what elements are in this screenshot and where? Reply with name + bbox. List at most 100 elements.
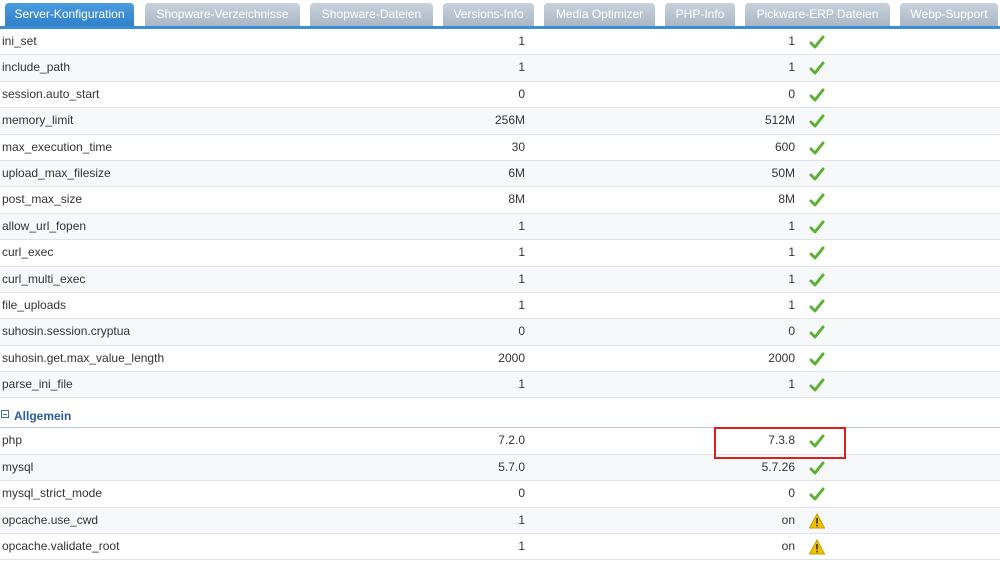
tab-webp-support[interactable]: Webp-Support: [900, 3, 998, 26]
table-row: php 7.2.0 7.3.8: [0, 428, 1000, 455]
table-row: mysql_strict_mode 0 0: [0, 481, 1000, 508]
required-value: 1: [518, 512, 525, 527]
setting-name: file_uploads: [2, 297, 67, 312]
current-value: 0: [788, 86, 795, 101]
collapse-icon[interactable]: [1, 410, 9, 419]
table-row: ini_set 1 1: [0, 29, 1000, 56]
current-value: 50M: [771, 165, 795, 180]
check-icon: [809, 219, 825, 235]
table-row: memory_limit 256M 512M: [0, 108, 1000, 135]
tab-versions-info[interactable]: Versions-Info: [443, 3, 534, 26]
required-value: 7.2.0: [498, 433, 525, 448]
table-row: file_uploads 1 1: [0, 293, 1000, 320]
table-row: include_path 1 1: [0, 55, 1000, 82]
current-value: 1: [788, 245, 795, 260]
check-icon: [809, 166, 825, 182]
table-row: curl_exec 1 1: [0, 240, 1000, 267]
check-icon: [809, 60, 825, 76]
required-value: 1: [518, 60, 525, 75]
current-value: 1: [788, 60, 795, 75]
section-title: Allgemein: [14, 409, 72, 424]
warning-icon: [808, 512, 826, 529]
check-icon: [809, 272, 825, 288]
check-icon: [809, 87, 825, 103]
required-value: 8M: [508, 192, 525, 207]
setting-name: max_execution_time: [2, 139, 113, 154]
check-icon: [809, 245, 825, 261]
setting-name: post_max_size: [2, 192, 83, 207]
tab-media-optimizer[interactable]: Media Optimizer: [544, 3, 655, 26]
setting-name: session.auto_start: [2, 86, 100, 101]
check-icon: [809, 351, 825, 367]
setting-name: include_path: [2, 60, 71, 75]
config-table: ini_set 1 1 include_path 1 1 session.auto_star…: [0, 29, 1000, 561]
check-icon: [809, 192, 825, 208]
section-header-allgemein[interactable]: Allgemein: [0, 398, 1000, 429]
table-row: suhosin.session.cryptua 0 0: [0, 319, 1000, 346]
required-value: 0: [518, 324, 525, 339]
check-icon: [809, 140, 825, 156]
table-row: session.auto_start 0 0: [0, 82, 1000, 109]
required-value: 0: [518, 86, 525, 101]
current-value: 0: [788, 486, 795, 501]
current-value: 512M: [764, 113, 795, 128]
current-value: 1: [788, 377, 795, 392]
table-row: suhosin.get.max_value_length 2000 2000: [0, 346, 1000, 373]
tab-server-konfiguration[interactable]: Server-Konfiguration: [5, 3, 134, 28]
current-value: on: [781, 512, 795, 527]
setting-name: php: [2, 433, 23, 448]
tab-shopware-dateien[interactable]: Shopware-Dateien: [310, 3, 433, 26]
tab-bar: Server-Konfiguration Shopware-Verzeichni…: [0, 0, 1000, 29]
current-value: 2000: [768, 350, 795, 365]
table-row: opcache.validate_root 1 on: [0, 534, 1000, 561]
current-value: 5.7.26: [761, 459, 795, 474]
required-value: 1: [518, 218, 525, 233]
current-value: 8M: [778, 192, 795, 207]
setting-name: memory_limit: [2, 113, 74, 128]
annotation-highlight-box: [714, 427, 846, 459]
setting-name: mysql: [2, 459, 34, 474]
current-value: on: [781, 539, 795, 554]
setting-name: upload_max_filesize: [2, 165, 111, 180]
table-row: mysql 5.7.0 5.7.26: [0, 454, 1000, 482]
table-row: curl_multi_exec 1 1: [0, 266, 1000, 293]
setting-name: allow_url_fopen: [2, 218, 87, 233]
current-value: 1: [788, 271, 795, 286]
table-row: opcache.use_cwd 1 on: [0, 507, 1000, 535]
required-value: 1: [518, 539, 525, 554]
setting-name: curl_exec: [2, 245, 54, 260]
required-value: 30: [511, 139, 525, 154]
check-icon: [809, 113, 825, 129]
table-row: max_execution_time 30 600: [0, 135, 1000, 161]
table-row: post_max_size 8M 8M: [0, 187, 1000, 214]
table-row: upload_max_filesize 6M 50M: [0, 160, 1000, 188]
setting-name: ini_set: [2, 34, 37, 48]
setting-name: curl_multi_exec: [2, 271, 86, 286]
required-value: 1: [518, 297, 525, 312]
tab-shopware-verzeichnisse[interactable]: Shopware-Verzeichnisse: [145, 3, 300, 26]
check-icon: [809, 298, 825, 314]
current-value: 1: [788, 218, 795, 233]
setting-name: opcache.use_cwd: [2, 512, 99, 527]
tab-php-info[interactable]: PHP-Info: [665, 3, 735, 26]
required-value: 1: [518, 34, 525, 48]
check-icon: [809, 460, 825, 476]
required-value: 256M: [494, 113, 525, 128]
required-value: 6M: [508, 165, 525, 180]
current-value: 1: [788, 297, 795, 312]
check-icon: [809, 34, 825, 50]
required-value: 1: [518, 245, 525, 260]
setting-name: suhosin.get.max_value_length: [2, 350, 165, 365]
required-value: 2000: [498, 350, 525, 365]
current-value: 0: [788, 324, 795, 339]
check-icon: [809, 377, 825, 393]
tab-pickware-erp-dateien[interactable]: Pickware-ERP Dateien: [745, 3, 890, 26]
setting-name: mysql_strict_mode: [2, 486, 103, 501]
setting-name: parse_ini_file: [2, 377, 73, 392]
current-value: 600: [774, 139, 795, 154]
current-value: 1: [788, 34, 795, 48]
required-value: 5.7.0: [498, 459, 525, 474]
required-value: 1: [518, 377, 525, 392]
check-icon: [809, 486, 825, 502]
check-icon: [809, 324, 825, 340]
